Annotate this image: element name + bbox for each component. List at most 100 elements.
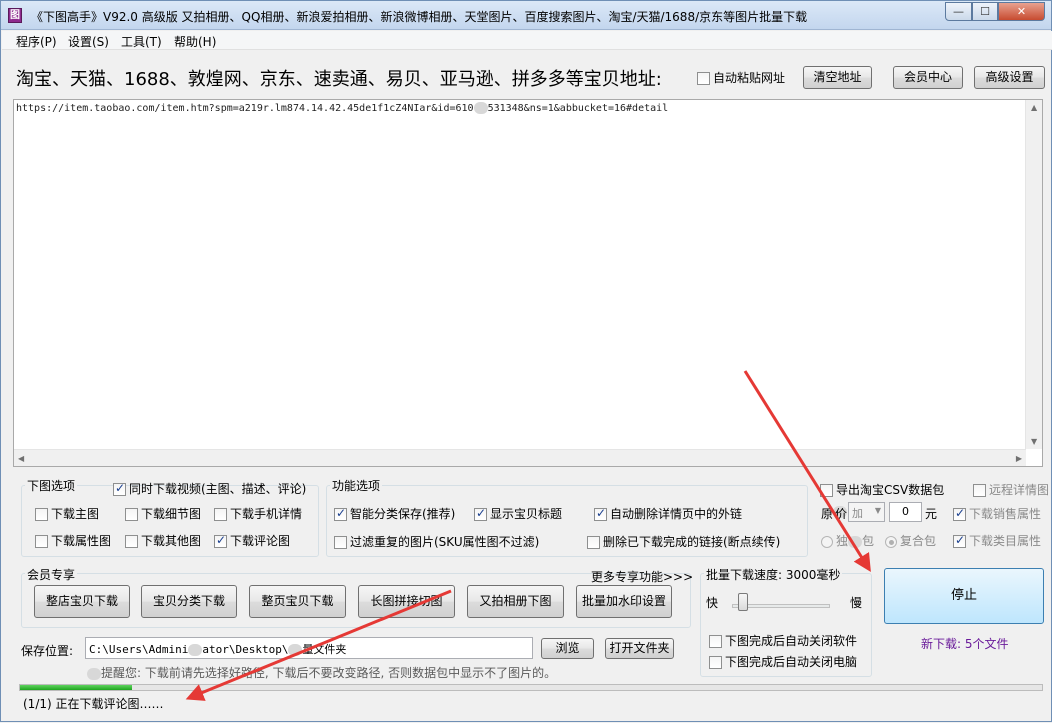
maximize-button[interactable]: ☐ [972,2,998,21]
show-title-checkbox[interactable]: 显示宝贝标题 [474,505,562,522]
category-download-button[interactable]: 宝贝分类下载 [141,585,237,618]
smart-save-checkbox[interactable]: 智能分类保存(推荐) [334,505,455,522]
auto-close-software-checkbox[interactable]: 下图完成后自动关闭软件 [709,632,857,649]
price-value-input[interactable]: 0 [889,502,922,522]
checkbox-icon [820,484,833,497]
app-logo-icon: 图 [8,8,22,23]
checkbox-icon [587,536,600,549]
checkbox-icon [594,506,607,521]
save-tip: 提醒您: 下载前请先选择好路径, 下载后不要改变路径, 否则数据包中显示不了图片… [87,664,556,681]
horizontal-scrollbar[interactable]: ◀ ▶ [14,449,1026,466]
address-label: 淘宝、天猫、1688、敦煌网、京东、速卖通、易贝、亚马逊、拼多多等宝贝地址: [16,69,662,90]
speed-slider-thumb[interactable] [738,593,748,611]
minimize-button[interactable]: — [945,2,972,21]
redacted-blur [87,667,101,680]
auto-paste-check-icon [697,72,710,85]
radio-icon [821,535,833,548]
download-detail-image-checkbox[interactable]: 下载细节图 [125,505,201,522]
open-folder-button[interactable]: 打开文件夹 [605,638,674,659]
checkbox-icon [125,535,138,548]
browse-button[interactable]: 浏览 [541,638,594,659]
redacted-blur [288,644,303,656]
download-other-image-checkbox[interactable]: 下载其他图 [125,532,201,549]
window-title: 《下图高手》V92.0 高级版 又拍相册、QQ相册、新浪爱拍相册、新浪微博相册、… [31,10,808,24]
checkbox-icon [973,484,986,497]
checkbox-icon [334,536,347,549]
download-mobile-detail-checkbox[interactable]: 下载手机详情 [214,505,302,522]
save-location-label: 保存位置: [21,644,74,658]
checkbox-icon [709,656,722,669]
remote-detail-checkbox[interactable]: 远程详情图 [973,481,1049,498]
auto-shutdown-checkbox[interactable]: 下图完成后自动关闭电脑 [709,653,857,670]
menu-tools[interactable]: 工具(T) [121,33,162,50]
batch-speed-title: 批量下载速度: 3000毫秒 [704,566,843,583]
url-textarea[interactable]: https://item.taobao.com/item.htm?spm=a21… [13,99,1043,467]
redacted-blur [188,644,203,656]
checkbox-icon [953,506,966,521]
scroll-down-icon[interactable]: ▼ [1031,437,1037,446]
download-category-attr-checkbox[interactable]: 下载类目属性 [953,532,1041,549]
checkbox-icon [709,635,722,648]
checkbox-icon [953,533,966,548]
close-button[interactable]: ✕ [998,2,1045,21]
long-image-split-button[interactable]: 长图拼接切图 [358,585,455,618]
status-text: (1/1) 正在下载评论图…… [23,697,164,711]
app-window: 图 《下图高手》V92.0 高级版 又拍相册、QQ相册、新浪爱拍相册、新浪微博相… [0,0,1052,722]
download-options-title: 下图选项 [25,477,78,494]
delete-done-links-checkbox[interactable]: 删除已下载完成的链接(断点续传) [587,533,780,550]
menu-settings[interactable]: 设置(S) [68,33,109,50]
checkbox-icon [113,481,126,496]
checkbox-icon [35,535,48,548]
scroll-up-icon[interactable]: ▲ [1031,103,1037,112]
new-download-count: 新下载: 5个文件 [921,637,1009,651]
scroll-right-icon[interactable]: ▶ [1016,454,1022,463]
auto-paste-label: 自动粘贴网址 [713,71,786,85]
title-bar: 图 《下图高手》V92.0 高级版 又拍相册、QQ相册、新浪爱拍相册、新浪微博相… [1,1,1051,30]
scroll-left-icon[interactable]: ◀ [18,454,24,463]
member-group-title: 会员专享 [25,566,78,583]
price-op-select[interactable]: 加 ▼ [848,502,885,522]
stop-button[interactable]: 停止 [884,568,1044,624]
function-options-title: 功能选项 [330,477,383,494]
speed-fast-label: 快 [706,596,719,610]
checkbox-icon [334,506,347,521]
more-features-link[interactable]: 更多专享功能>>> [591,568,693,585]
download-video-checkbox[interactable]: 同时下载视频(主图、描述、评论) [113,480,306,497]
menu-program[interactable]: 程序(P) [16,33,57,50]
download-review-image-checkbox[interactable]: 下载评论图 [214,532,290,549]
menu-bar: 程序(P) 设置(S) 工具(T) 帮助(H) [2,31,1052,50]
redacted-blur [848,535,863,548]
download-main-image-checkbox[interactable]: 下载主图 [35,505,99,522]
chevron-down-icon: ▼ [874,506,881,515]
youpai-download-button[interactable]: 又拍相册下图 [467,585,564,618]
radio-icon [885,535,897,548]
vertical-scrollbar[interactable]: ▲ ▼ [1025,100,1042,449]
checkbox-icon [35,508,48,521]
checkbox-icon [125,508,138,521]
download-sales-attr-checkbox[interactable]: 下载销售属性 [953,505,1041,522]
menu-help[interactable]: 帮助(H) [174,33,216,50]
page-download-button[interactable]: 整页宝贝下载 [249,585,346,618]
remove-external-links-checkbox[interactable]: 自动删除详情页中的外链 [594,505,742,522]
auto-paste-checkbox[interactable]: 自动粘贴网址 [697,69,785,86]
speed-slow-label: 慢 [850,596,863,610]
checkbox-icon [214,508,227,521]
advanced-settings-button[interactable]: 高级设置 [974,66,1045,89]
clear-address-button[interactable]: 清空地址 [803,66,872,89]
filter-duplicate-checkbox[interactable]: 过滤重复的图片(SKU属性图不过滤) [334,533,539,550]
save-path-input[interactable]: C:\Users\Admini ator\Desktop\ 量文件夹 [85,637,533,659]
shop-download-button[interactable]: 整店宝贝下载 [34,585,130,618]
download-attribute-image-checkbox[interactable]: 下载属性图 [35,532,111,549]
status-bar: (1/1) 正在下载评论图…… [1,691,1052,723]
checkbox-icon [474,506,487,521]
price-label-b: 价 [835,507,848,521]
redacted-blur [473,102,488,114]
single-package-radio[interactable]: 独包 [821,532,874,549]
combined-package-radio[interactable]: 复合包 [885,532,936,549]
price-unit: 元 [925,507,938,521]
export-csv-checkbox[interactable]: 导出淘宝CSV数据包 [820,481,944,498]
watermark-settings-button[interactable]: 批量加水印设置 [576,585,672,618]
member-center-button[interactable]: 会员中心 [893,66,963,89]
download-progress-bar [19,684,1043,691]
price-label-a: 原 [821,507,834,521]
